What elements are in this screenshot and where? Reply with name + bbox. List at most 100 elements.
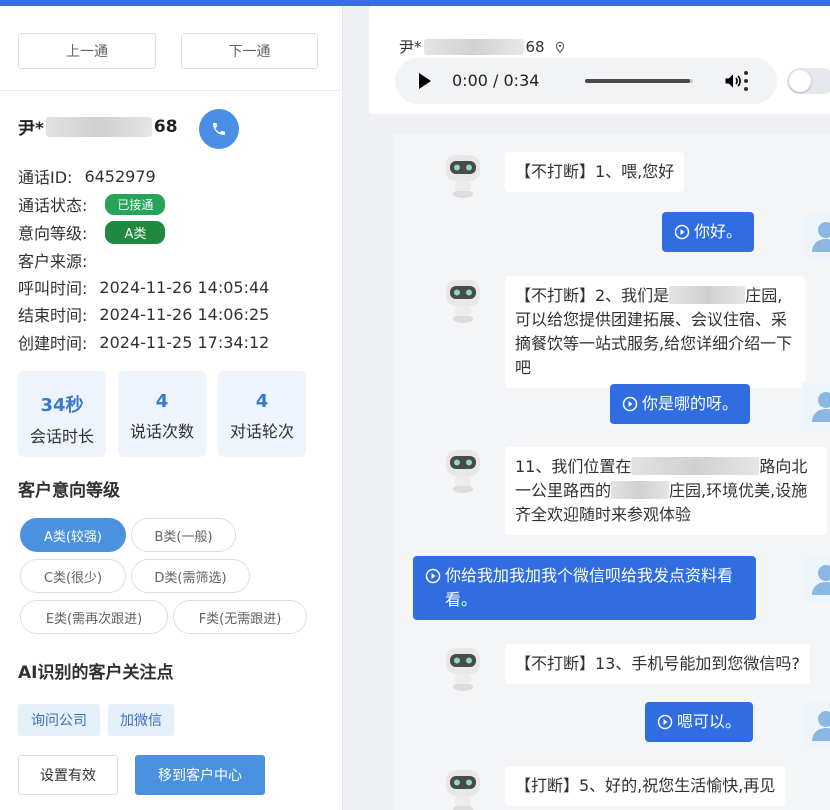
robot-icon	[446, 280, 480, 323]
masked-phone	[45, 116, 152, 137]
audio-progress[interactable]	[585, 79, 693, 83]
intent-tag-c[interactable]: C类(很少)	[20, 559, 126, 593]
bot-message: 【打断】5、好的,祝您生活愉快,再见	[505, 766, 786, 806]
robot-icon	[446, 155, 480, 198]
value: 6452979	[84, 166, 156, 186]
robot-avatar	[442, 276, 484, 324]
intent-tag-e[interactable]: E类(需再次跟进)	[20, 600, 168, 634]
stat-turns: 4 对话轮次	[218, 371, 306, 457]
call-status-row: 通话状态: 已接通	[18, 192, 166, 216]
name-suffix: 68	[525, 37, 545, 56]
intent-tag-f[interactable]: F类(无需跟进)	[173, 600, 307, 634]
stat-value: 4	[255, 391, 269, 412]
prev-call-button[interactable]: 上一通	[18, 33, 156, 69]
play-circle-icon[interactable]	[622, 396, 638, 412]
end-time-row: 结束时间: 2024-11-26 14:06:25	[18, 302, 269, 326]
play-circle-icon[interactable]	[674, 224, 690, 240]
divider	[0, 90, 343, 91]
masked-text	[611, 481, 670, 499]
message-text: 11、我们位置在	[515, 457, 632, 476]
toggle-knob	[789, 70, 811, 92]
name-suffix: 68	[153, 116, 178, 137]
audio-player: 0:00 / 0:34	[395, 58, 777, 104]
label: 通话状态:	[18, 196, 88, 215]
call-id-row: 通话ID: 6452979	[18, 164, 156, 188]
user-avatar	[802, 212, 830, 260]
stat-speak-count: 4 说话次数	[118, 371, 206, 457]
message-text: 【不打断】2、我们是	[515, 286, 670, 305]
user-message: 你给我加我加我个微信呗给我发点资料看看。	[413, 556, 756, 620]
intent-section-title: 客户意向等级	[18, 481, 120, 501]
user-icon	[812, 392, 830, 422]
label: 结束时间:	[18, 306, 88, 325]
masked-text	[669, 286, 746, 304]
focus-section-title: AI识别的客户关注点	[18, 663, 174, 683]
move-to-customer-center-button[interactable]: 移到客户中心	[135, 755, 265, 795]
robot-icon	[446, 770, 480, 810]
recording-header: 尹* 68 0:00 / 0:34	[369, 6, 830, 114]
message-text: 你给我加我加我个微信呗给我发点资料看看。	[445, 566, 734, 609]
bot-message: 【不打断】13、手机号能加到您微信吗?	[505, 644, 810, 684]
user-message: 你是哪的呀。	[610, 384, 751, 424]
focus-tag-wechat: 加微信	[108, 704, 174, 736]
bot-message: 【不打断】1、喂,您好	[505, 152, 685, 192]
focus-tag-company: 询问公司	[18, 704, 100, 736]
label: 意向等级:	[18, 224, 88, 243]
play-circle-icon[interactable]	[425, 568, 441, 584]
bot-message: 11、我们位置在 路向北一公里路西的 庄园,环境优美,设施齐全欢迎随时来参观体验	[505, 447, 827, 535]
next-call-button[interactable]: 下一通	[181, 33, 318, 69]
call-time-row: 呼叫时间: 2024-11-26 14:05:44	[18, 275, 269, 299]
customer-name: 尹* 68	[18, 114, 178, 139]
robot-avatar	[442, 766, 484, 810]
toggle-switch[interactable]	[787, 68, 830, 94]
intent-level-row: 意向等级: A类	[18, 220, 166, 244]
value: 2024-11-25 17:34:12	[99, 332, 270, 352]
stat-caption: 说话次数	[129, 422, 194, 441]
intent-tag-b[interactable]: B类(一般)	[131, 518, 236, 552]
user-avatar	[802, 382, 830, 430]
intent-tag-d[interactable]: D类(需筛选)	[131, 559, 250, 593]
label: 通话ID:	[18, 168, 73, 187]
phone-call-button[interactable]	[199, 109, 239, 149]
stat-value: 34秒	[40, 395, 84, 416]
set-valid-button[interactable]: 设置有效	[18, 755, 118, 795]
user-avatar	[802, 701, 830, 749]
user-icon	[812, 565, 830, 595]
stat-caption: 对话轮次	[229, 422, 294, 441]
create-time-row: 创建时间: 2024-11-25 17:34:12	[18, 330, 269, 354]
label: 创建时间:	[18, 334, 88, 353]
robot-icon	[446, 450, 480, 493]
message-text: 嗯可以。	[677, 712, 742, 731]
label: 客户来源:	[18, 252, 88, 271]
volume-icon[interactable]	[722, 71, 744, 91]
chat-area: 【不打断】1、喂,您好 你好。 【不打断】2、我们是 庄园,可以给您提供团建拓展、…	[369, 114, 830, 810]
name-prefix: 尹*	[399, 38, 422, 56]
status-badge: 已接通	[105, 193, 166, 215]
call-detail-panel: 上一通 下一通 尹* 68 通话ID: 6452979 通话状态: 已接通 意向…	[0, 6, 343, 810]
bot-message: 【不打断】2、我们是 庄园,可以给您提供团建拓展、会议住宿、采摘餐饮等一站式服务,…	[505, 276, 805, 388]
play-circle-icon[interactable]	[657, 714, 673, 730]
value: 2024-11-26 14:05:44	[99, 277, 270, 297]
user-icon	[812, 222, 830, 252]
robot-icon	[446, 648, 480, 691]
message-text: 你好。	[694, 222, 743, 241]
stat-duration: 34秒 会话时长	[18, 371, 106, 457]
stat-caption: 会话时长	[29, 427, 94, 446]
masked-phone	[423, 38, 524, 55]
name-prefix: 尹*	[18, 119, 44, 139]
user-message: 嗯可以。	[645, 702, 754, 742]
more-options-icon[interactable]	[744, 71, 750, 95]
user-avatar	[802, 555, 830, 603]
value: 2024-11-26 14:06:25	[99, 304, 270, 324]
play-icon[interactable]	[419, 73, 431, 89]
message-text: 你是哪的呀。	[642, 394, 739, 413]
intent-tag-a[interactable]: A类(较强)	[20, 518, 126, 552]
robot-avatar	[442, 151, 484, 199]
label: 呼叫时间:	[18, 279, 88, 298]
intent-badge: A类	[105, 220, 166, 244]
chat-transcript: 【不打断】1、喂,您好 你好。 【不打断】2、我们是 庄园,可以给您提供团建拓展、…	[394, 134, 830, 810]
robot-avatar	[442, 644, 484, 692]
robot-avatar	[442, 446, 484, 494]
recording-customer-name: 尹* 68	[399, 36, 567, 57]
customer-source-row: 客户来源:	[18, 248, 99, 272]
